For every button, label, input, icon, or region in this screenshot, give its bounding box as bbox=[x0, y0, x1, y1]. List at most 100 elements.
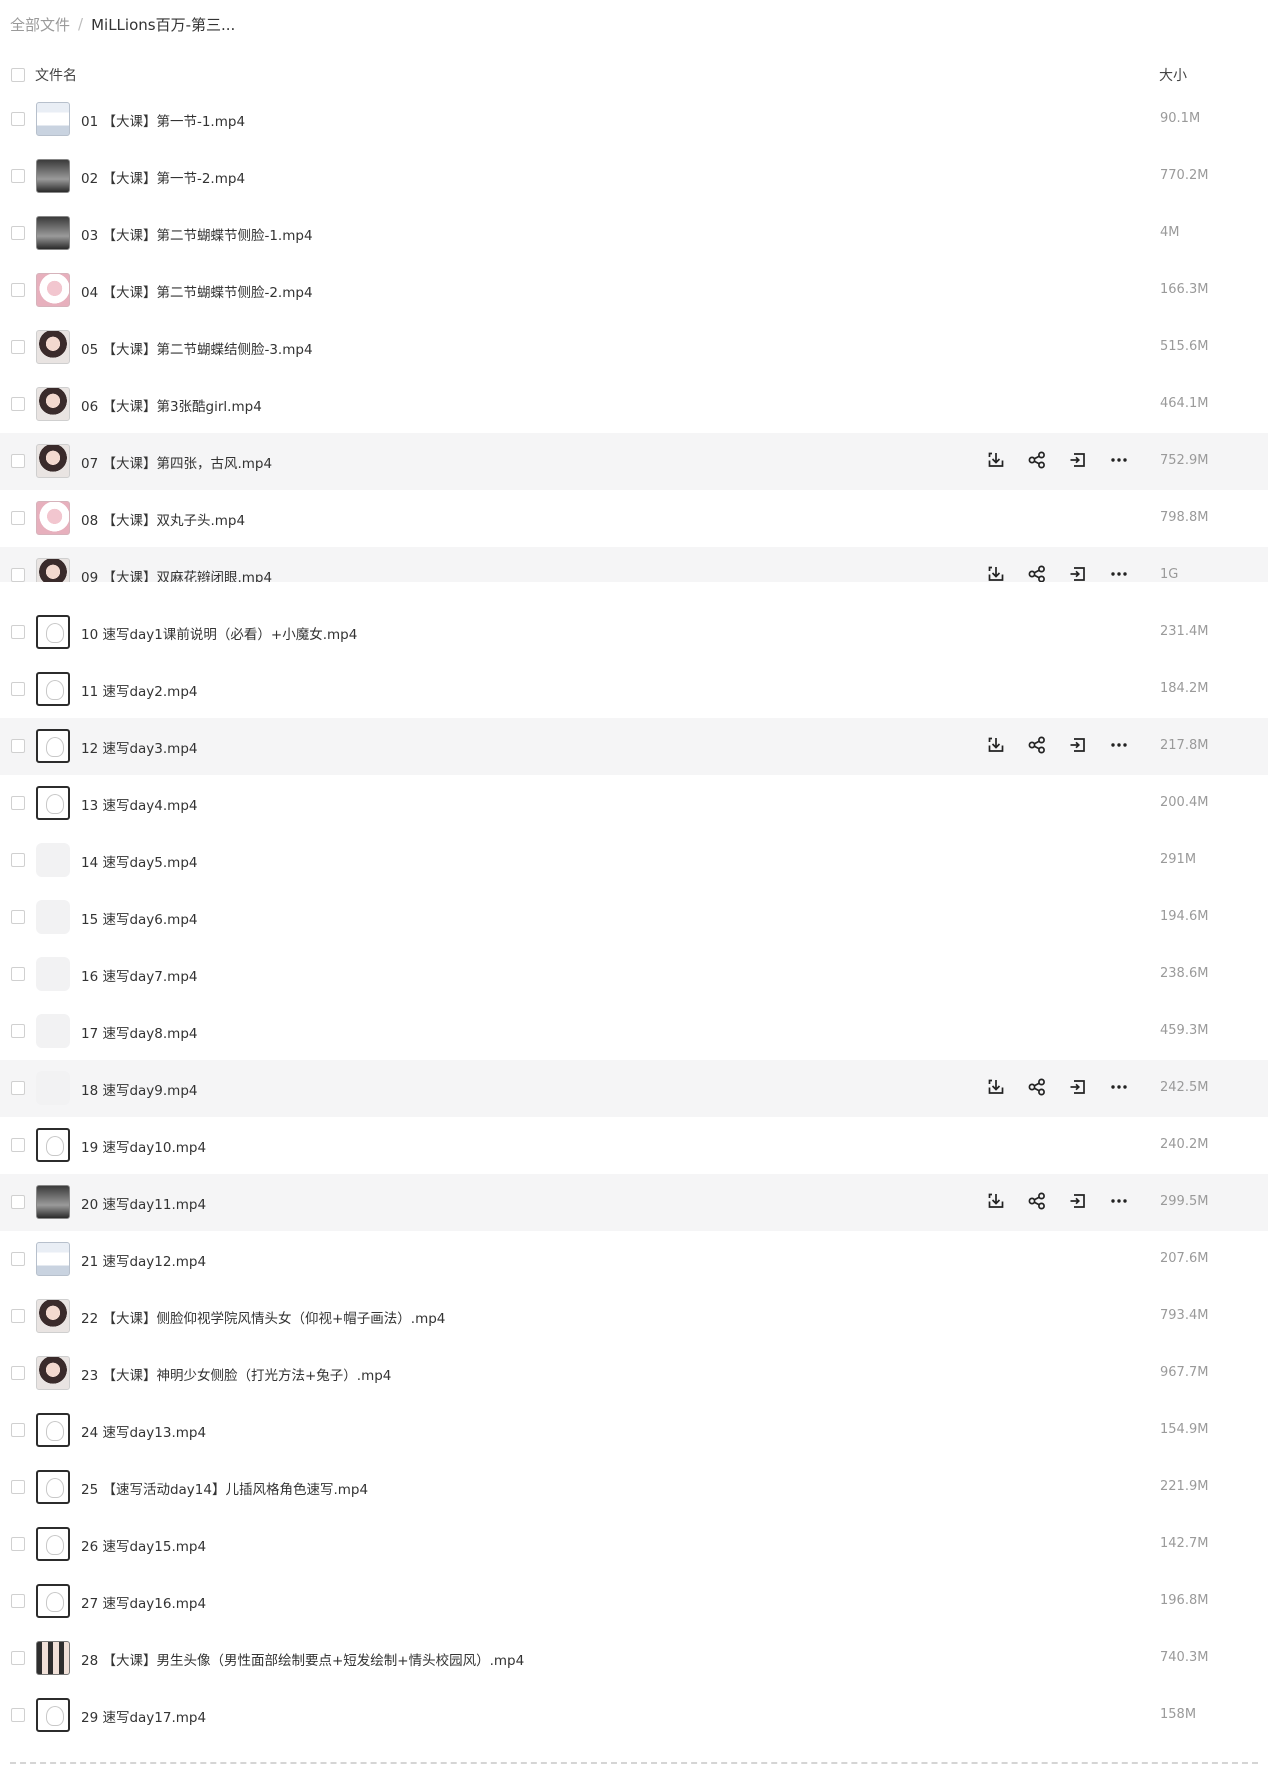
file-row[interactable]: 17 速写day8.mp4 459.3M bbox=[0, 1003, 1268, 1060]
file-row[interactable]: 12 速写day3.mp4 217.8M bbox=[0, 718, 1268, 775]
row-checkbox[interactable] bbox=[11, 682, 25, 696]
select-all-checkbox[interactable] bbox=[11, 68, 25, 82]
video-thumbnail[interactable] bbox=[36, 672, 70, 706]
file-name[interactable]: 28 【大课】男生头像（男性面部绘制要点+短发绘制+情头校园风）.mp4 bbox=[81, 1649, 524, 1669]
row-checkbox[interactable] bbox=[11, 796, 25, 810]
video-thumbnail[interactable] bbox=[36, 216, 70, 250]
file-name[interactable]: 04 【大课】第二节蝴蝶节侧脸-2.mp4 bbox=[81, 281, 313, 301]
file-name[interactable]: 07 【大课】第四张，古风.mp4 bbox=[81, 452, 272, 472]
video-thumbnail[interactable] bbox=[36, 729, 70, 763]
video-thumbnail[interactable] bbox=[36, 1527, 70, 1561]
video-thumbnail[interactable] bbox=[36, 1128, 70, 1162]
video-thumbnail[interactable] bbox=[36, 102, 70, 136]
file-row[interactable]: 01 【大课】第一节-1.mp4 90.1M bbox=[0, 91, 1268, 148]
file-name[interactable]: 14 速写day5.mp4 bbox=[81, 851, 198, 871]
more-button[interactable] bbox=[1108, 734, 1130, 756]
video-thumbnail[interactable] bbox=[36, 843, 70, 877]
video-thumbnail[interactable] bbox=[36, 1584, 70, 1618]
video-thumbnail[interactable] bbox=[36, 1698, 70, 1732]
file-row[interactable]: 10 速写day1课前说明（必看）+小魔女.mp4 231.4M bbox=[0, 604, 1268, 661]
file-name[interactable]: 27 速写day16.mp4 bbox=[81, 1592, 206, 1612]
row-checkbox[interactable] bbox=[11, 1651, 25, 1665]
video-thumbnail[interactable] bbox=[36, 444, 70, 478]
video-thumbnail[interactable] bbox=[36, 1413, 70, 1447]
row-checkbox[interactable] bbox=[11, 169, 25, 183]
row-checkbox[interactable] bbox=[11, 283, 25, 297]
file-name[interactable]: 20 速写day11.mp4 bbox=[81, 1193, 206, 1213]
row-checkbox[interactable] bbox=[11, 910, 25, 924]
video-thumbnail[interactable] bbox=[36, 1356, 70, 1390]
row-checkbox[interactable] bbox=[11, 853, 25, 867]
file-name[interactable]: 08 【大课】双丸子头.mp4 bbox=[81, 509, 245, 529]
file-name[interactable]: 13 速写day4.mp4 bbox=[81, 794, 198, 814]
row-checkbox[interactable] bbox=[11, 568, 25, 582]
file-row[interactable]: 21 速写day12.mp4 207.6M bbox=[0, 1231, 1268, 1288]
file-name[interactable]: 16 速写day7.mp4 bbox=[81, 965, 198, 985]
file-row[interactable]: 26 速写day15.mp4 142.7M bbox=[0, 1516, 1268, 1573]
video-thumbnail[interactable] bbox=[36, 786, 70, 820]
row-checkbox[interactable] bbox=[11, 1366, 25, 1380]
download-button[interactable] bbox=[985, 1190, 1007, 1212]
file-name[interactable]: 24 速写day13.mp4 bbox=[81, 1421, 206, 1441]
file-row[interactable]: 20 速写day11.mp4 299.5M bbox=[0, 1174, 1268, 1231]
file-name[interactable]: 11 速写day2.mp4 bbox=[81, 680, 198, 700]
file-name[interactable]: 19 速写day10.mp4 bbox=[81, 1136, 206, 1156]
file-row[interactable]: 23 【大课】神明少女侧脸（打光方法+兔子）.mp4 967.7M bbox=[0, 1345, 1268, 1402]
more-button[interactable] bbox=[1108, 449, 1130, 471]
row-checkbox[interactable] bbox=[11, 1024, 25, 1038]
file-row[interactable]: 09 【大课】双麻花辫闭眼.mp4 1G bbox=[0, 547, 1268, 604]
move-button[interactable] bbox=[1067, 1190, 1089, 1212]
file-row[interactable]: 14 速写day5.mp4 291M bbox=[0, 832, 1268, 889]
move-button[interactable] bbox=[1067, 734, 1089, 756]
row-checkbox[interactable] bbox=[11, 1594, 25, 1608]
file-row[interactable]: 25 【速写活动day14】儿插风格角色速写.mp4 221.9M bbox=[0, 1459, 1268, 1516]
more-button[interactable] bbox=[1108, 1076, 1130, 1098]
file-name[interactable]: 21 速写day12.mp4 bbox=[81, 1250, 206, 1270]
file-row[interactable]: 06 【大课】第3张酷girl.mp4 464.1M bbox=[0, 376, 1268, 433]
file-name[interactable]: 10 速写day1课前说明（必看）+小魔女.mp4 bbox=[81, 623, 357, 643]
share-button[interactable] bbox=[1026, 449, 1048, 471]
file-row[interactable]: 29 速写day17.mp4 158M bbox=[0, 1687, 1268, 1744]
file-row[interactable]: 03 【大课】第二节蝴蝶节侧脸-1.mp4 4M bbox=[0, 205, 1268, 262]
file-name[interactable]: 01 【大课】第一节-1.mp4 bbox=[81, 110, 245, 130]
video-thumbnail[interactable] bbox=[36, 330, 70, 364]
row-checkbox[interactable] bbox=[11, 1423, 25, 1437]
file-row[interactable]: 04 【大课】第二节蝴蝶节侧脸-2.mp4 166.3M bbox=[0, 262, 1268, 319]
file-name[interactable]: 23 【大课】神明少女侧脸（打光方法+兔子）.mp4 bbox=[81, 1364, 391, 1384]
row-checkbox[interactable] bbox=[11, 112, 25, 126]
video-thumbnail[interactable] bbox=[36, 1071, 70, 1105]
file-row[interactable]: 07 【大课】第四张，古风.mp4 752.9M bbox=[0, 433, 1268, 490]
video-thumbnail[interactable] bbox=[36, 501, 70, 535]
more-button[interactable] bbox=[1108, 1190, 1130, 1212]
row-checkbox[interactable] bbox=[11, 340, 25, 354]
video-thumbnail[interactable] bbox=[36, 1641, 70, 1675]
row-checkbox[interactable] bbox=[11, 511, 25, 525]
file-row[interactable]: 16 速写day7.mp4 238.6M bbox=[0, 946, 1268, 1003]
file-name[interactable]: 05 【大课】第二节蝴蝶结侧脸-3.mp4 bbox=[81, 338, 313, 358]
file-row[interactable]: 05 【大课】第二节蝴蝶结侧脸-3.mp4 515.6M bbox=[0, 319, 1268, 376]
video-thumbnail[interactable] bbox=[36, 1242, 70, 1276]
move-button[interactable] bbox=[1067, 449, 1089, 471]
video-thumbnail[interactable] bbox=[36, 273, 70, 307]
column-header-name[interactable]: 文件名 bbox=[35, 65, 77, 85]
video-thumbnail[interactable] bbox=[36, 159, 70, 193]
row-checkbox[interactable] bbox=[11, 1138, 25, 1152]
row-checkbox[interactable] bbox=[11, 454, 25, 468]
video-thumbnail[interactable] bbox=[36, 900, 70, 934]
file-name[interactable]: 25 【速写活动day14】儿插风格角色速写.mp4 bbox=[81, 1478, 368, 1498]
share-button[interactable] bbox=[1026, 734, 1048, 756]
row-checkbox[interactable] bbox=[11, 739, 25, 753]
video-thumbnail[interactable] bbox=[36, 1299, 70, 1333]
column-header-size[interactable]: 大小 bbox=[1159, 65, 1187, 85]
file-row[interactable]: 18 速写day9.mp4 242.5M bbox=[0, 1060, 1268, 1117]
video-thumbnail[interactable] bbox=[36, 1470, 70, 1504]
file-name[interactable]: 22 【大课】侧脸仰视学院风情头女（仰视+帽子画法）.mp4 bbox=[81, 1307, 445, 1327]
download-button[interactable] bbox=[985, 1076, 1007, 1098]
row-checkbox[interactable] bbox=[11, 397, 25, 411]
file-row[interactable]: 28 【大课】男生头像（男性面部绘制要点+短发绘制+情头校园风）.mp4 740.… bbox=[0, 1630, 1268, 1687]
row-checkbox[interactable] bbox=[11, 226, 25, 240]
download-button[interactable] bbox=[985, 449, 1007, 471]
file-name[interactable]: 17 速写day8.mp4 bbox=[81, 1022, 198, 1042]
file-row[interactable]: 19 速写day10.mp4 240.2M bbox=[0, 1117, 1268, 1174]
file-row[interactable]: 02 【大课】第一节-2.mp4 770.2M bbox=[0, 148, 1268, 205]
